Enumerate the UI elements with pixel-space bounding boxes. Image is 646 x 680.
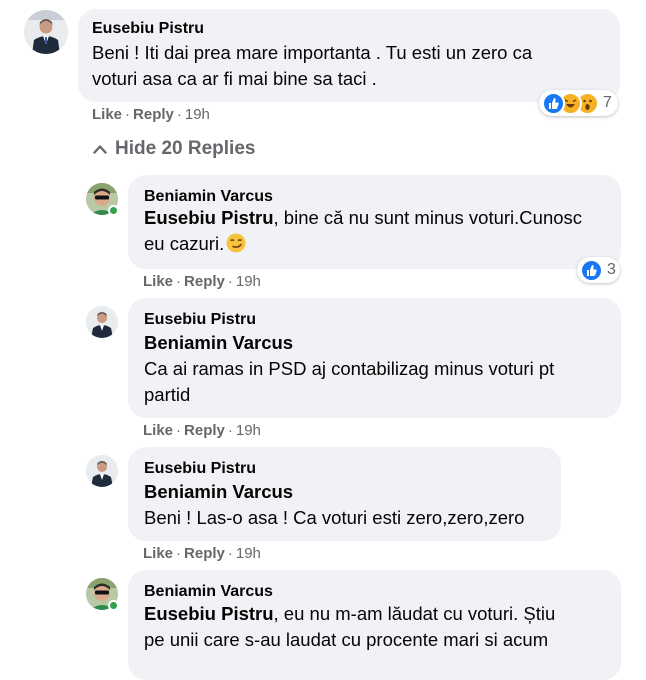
mention-link[interactable]: Beniamin Varcus [144, 481, 293, 502]
online-status-dot [108, 205, 119, 216]
timestamp[interactable]: 19h [236, 273, 261, 290]
comment-text: Eusebiu Pistru, eu nu m-am lăudat cu vot… [144, 601, 614, 653]
timestamp[interactable]: 19h [185, 106, 210, 123]
comment-author[interactable]: Beniamin Varcus [144, 583, 273, 601]
comment-text-fragment: , bine că nu sunt minus voturi.Cunosc [273, 207, 583, 228]
reaction-count: 7 [603, 94, 612, 111]
like-icon [542, 91, 565, 115]
comment-text-line: pe unii care s-au laudat cu procente mar… [144, 629, 549, 650]
comment-text: Beniamin Varcus Ca ai ramas in PSD aj co… [144, 330, 614, 408]
timestamp[interactable]: 19h [236, 422, 261, 439]
comment-text-line: Beni ! Las-o asa ! Ca voturi esti zero,z… [144, 507, 525, 528]
like-link[interactable]: Like [143, 545, 173, 562]
comment-text-line: Eusebiu Pistru, bine că nu sunt minus vo… [144, 205, 614, 231]
comment-actions: Like · Reply · 19h [92, 106, 210, 123]
avatar-eusebiu[interactable] [86, 306, 118, 338]
comment-actions: Like · Reply · 19h [143, 273, 261, 290]
comment-text: Beniamin Varcus Beni ! Las-o asa ! Ca vo… [144, 479, 554, 531]
chevron-up-icon [93, 138, 107, 160]
like-link[interactable]: Like [143, 273, 173, 290]
online-status-dot [108, 600, 119, 611]
comment-text-line: eu cazuri. [144, 231, 614, 260]
mention-link[interactable]: Beniamin Varcus [144, 332, 293, 353]
avatar-eusebiu[interactable] [86, 455, 118, 487]
comment-text-line: partid [144, 384, 191, 405]
comment-text-fragment: eu cazuri. [144, 233, 225, 254]
comment-author[interactable]: Eusebiu Pistru [92, 20, 204, 38]
comment-text-line: Beni ! Iti dai prea mare importanta . Tu… [92, 42, 533, 63]
smirk-emoji-icon [226, 233, 246, 260]
reply-link[interactable]: Reply [184, 273, 225, 290]
like-icon [580, 258, 603, 282]
comment-author[interactable]: Eusebiu Pistru [144, 460, 256, 478]
cut-off-reactions-strip [140, 0, 260, 12]
comment-actions: Like · Reply · 19h [143, 422, 261, 439]
avatar-eusebiu[interactable] [24, 10, 68, 54]
comment-bubble: Beniamin Varcus Eusebiu Pistru, eu nu m-… [128, 570, 621, 680]
hide-replies-label: Hide 20 Replies [115, 138, 256, 160]
comment-text-line: voturi asa ca ar fi mai bine sa taci . [92, 68, 377, 89]
hide-replies-button[interactable]: Hide 20 Replies [93, 138, 255, 160]
comment-bubble: Eusebiu Pistru Beniamin Varcus Ca ai ram… [128, 298, 621, 418]
comment-text-line: Eusebiu Pistru, eu nu m-am lăudat cu vot… [144, 601, 614, 627]
mention-link[interactable]: Eusebiu Pistru [144, 603, 274, 624]
reply-link[interactable]: Reply [184, 545, 225, 562]
reactions-summary[interactable]: 7 [539, 90, 618, 116]
comment-author[interactable]: Eusebiu Pistru [144, 311, 256, 329]
comment-author[interactable]: Beniamin Varcus [144, 188, 273, 206]
comment-text-fragment: , eu nu m-am lăudat cu voturi. Știu [273, 603, 556, 624]
comment-text: Beni ! Iti dai prea mare importanta . Tu… [92, 40, 612, 92]
comment-text: Eusebiu Pistru, bine că nu sunt minus vo… [144, 205, 614, 260]
comment-bubble: Eusebiu Pistru Beniamin Varcus Beni ! La… [128, 447, 561, 541]
reply-link[interactable]: Reply [184, 422, 225, 439]
mention-link[interactable]: Eusebiu Pistru [144, 207, 274, 228]
reactions-summary[interactable]: 3 [577, 257, 620, 283]
comment-text-line: Beniamin Varcus [144, 479, 554, 505]
like-link[interactable]: Like [92, 106, 122, 123]
comment-bubble: Eusebiu Pistru Beni ! Iti dai prea mare … [78, 9, 620, 102]
reaction-count: 3 [607, 261, 616, 278]
comment-text-line: Beniamin Varcus [144, 330, 614, 356]
comment-bubble: Beniamin Varcus Eusebiu Pistru, bine că … [128, 175, 621, 269]
comment-text-line: Ca ai ramas in PSD aj contabilizag minus… [144, 358, 555, 379]
timestamp[interactable]: 19h [236, 545, 261, 562]
reply-link[interactable]: Reply [133, 106, 174, 123]
comment-actions: Like · Reply · 19h [143, 545, 261, 562]
like-link[interactable]: Like [143, 422, 173, 439]
